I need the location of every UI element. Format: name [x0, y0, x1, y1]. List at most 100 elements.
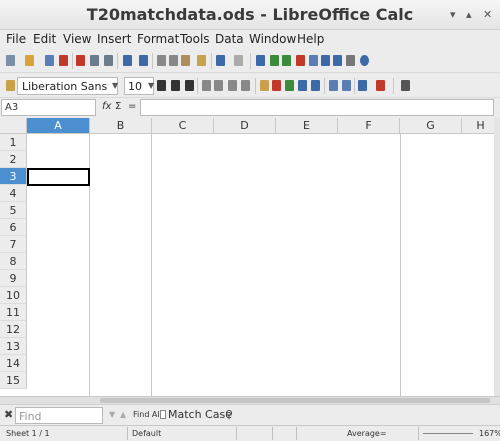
- row-header[interactable]: 15: [0, 372, 27, 389]
- print-preview-icon[interactable]: [104, 55, 113, 66]
- column-header-a[interactable]: A: [27, 118, 90, 134]
- vertical-scrollbar[interactable]: [494, 118, 500, 396]
- menu-help[interactable]: Help: [297, 32, 324, 46]
- redo-icon[interactable]: [234, 55, 243, 66]
- chevron-down-icon[interactable]: ▼: [112, 81, 118, 90]
- chart-icon[interactable]: [296, 55, 305, 66]
- currency-icon[interactable]: [260, 80, 269, 91]
- edit-file-icon[interactable]: [59, 55, 68, 66]
- cell-cursor[interactable]: [27, 168, 90, 186]
- decimal-add-icon[interactable]: [298, 80, 307, 91]
- find-input[interactable]: Find: [15, 407, 103, 424]
- font-name-input[interactable]: Liberation Sans: [17, 77, 118, 95]
- find-previous-icon[interactable]: ▲: [120, 410, 126, 419]
- new-icon[interactable]: [6, 55, 15, 66]
- formula-bar: A3 fx Σ =: [0, 99, 500, 117]
- autospell-icon[interactable]: [139, 55, 148, 66]
- menu-insert[interactable]: Insert: [97, 32, 131, 46]
- sheet-tabs-scrollbar[interactable]: [0, 396, 500, 404]
- menu-window[interactable]: Window: [249, 32, 296, 46]
- row-header[interactable]: 9: [0, 270, 27, 287]
- paste-icon[interactable]: [181, 55, 190, 66]
- help-icon[interactable]: [360, 55, 369, 66]
- horizontal-scrollbar-thumb[interactable]: [100, 398, 490, 403]
- indent-decrease-icon[interactable]: [329, 80, 338, 91]
- row-header[interactable]: 3: [0, 168, 27, 185]
- sum-icon[interactable]: Σ: [115, 101, 121, 112]
- close-icon[interactable]: ✕: [483, 8, 492, 21]
- select-all-corner[interactable]: [0, 118, 27, 134]
- italic-icon[interactable]: [171, 80, 180, 91]
- row-header[interactable]: 11: [0, 304, 27, 321]
- name-box[interactable]: A3: [1, 99, 96, 116]
- decimal-remove-icon[interactable]: [311, 80, 320, 91]
- align-right-icon[interactable]: [228, 80, 237, 91]
- column-header-d[interactable]: D: [214, 118, 276, 134]
- row-header[interactable]: 1: [0, 134, 27, 151]
- navigator-icon[interactable]: [333, 55, 342, 66]
- column-header-g[interactable]: G: [400, 118, 462, 134]
- spreadsheet-grid[interactable]: A B C D E F G H 1 2 3 4 5 6 7 8 9 10 11 …: [0, 118, 500, 396]
- bold-icon[interactable]: [157, 80, 166, 91]
- align-center-icon[interactable]: [214, 80, 223, 91]
- row-header[interactable]: 7: [0, 236, 27, 253]
- underline-icon[interactable]: [185, 80, 194, 91]
- number-format-icon[interactable]: [285, 80, 294, 91]
- match-case-checkbox[interactable]: [160, 410, 166, 419]
- zoom-slider[interactable]: [423, 433, 473, 434]
- undo-icon[interactable]: [216, 55, 225, 66]
- row-header[interactable]: 2: [0, 151, 27, 168]
- hyperlink-icon[interactable]: [256, 55, 265, 66]
- minimize-icon[interactable]: ▾: [450, 8, 456, 21]
- maximize-icon[interactable]: ▴: [466, 8, 472, 21]
- spellcheck-icon[interactable]: [123, 55, 132, 66]
- formula-icon[interactable]: =: [128, 101, 136, 112]
- borders-icon[interactable]: [358, 80, 367, 91]
- menu-view[interactable]: View: [63, 32, 91, 46]
- row-header[interactable]: 12: [0, 321, 27, 338]
- indent-increase-icon[interactable]: [342, 80, 351, 91]
- align-left-icon[interactable]: [202, 80, 211, 91]
- row-header[interactable]: 13: [0, 338, 27, 355]
- column-header-b[interactable]: B: [90, 118, 152, 134]
- styles-icon[interactable]: [6, 80, 15, 91]
- export-pdf-icon[interactable]: [76, 55, 85, 66]
- find-next-icon[interactable]: ▼: [109, 410, 115, 419]
- find-icon[interactable]: [321, 55, 330, 66]
- sort-desc-icon[interactable]: [282, 55, 291, 66]
- justify-icon[interactable]: [241, 80, 250, 91]
- background-color-icon[interactable]: [376, 80, 385, 91]
- sort-asc-icon[interactable]: [270, 55, 279, 66]
- find-all-button[interactable]: Find All: [133, 410, 162, 419]
- find-replace-icon[interactable]: ⚲: [225, 408, 233, 421]
- clone-icon[interactable]: [197, 55, 206, 66]
- menu-edit[interactable]: Edit: [33, 32, 56, 46]
- cut-icon[interactable]: [157, 55, 166, 66]
- row-header[interactable]: 5: [0, 202, 27, 219]
- column-header-f[interactable]: F: [338, 118, 400, 134]
- app-window: T20matchdata.ods - LibreOffice Calc ▾ ▴ …: [0, 0, 500, 441]
- row-header[interactable]: 4: [0, 185, 27, 202]
- function-wizard-icon[interactable]: fx: [102, 101, 111, 112]
- chevron-down-icon[interactable]: ▼: [148, 81, 154, 90]
- save-icon[interactable]: [45, 55, 54, 66]
- gallery-icon[interactable]: [346, 55, 355, 66]
- copy-icon[interactable]: [169, 55, 178, 66]
- row-header[interactable]: 6: [0, 219, 27, 236]
- percent-icon[interactable]: [272, 80, 281, 91]
- menu-tools[interactable]: Tools: [180, 32, 210, 46]
- row-header[interactable]: 10: [0, 287, 27, 304]
- menu-file[interactable]: File: [6, 32, 26, 46]
- close-icon[interactable]: ✖: [4, 408, 13, 421]
- column-header-c[interactable]: C: [152, 118, 214, 134]
- menu-format[interactable]: Format: [137, 32, 179, 46]
- menu-data[interactable]: Data: [215, 32, 244, 46]
- row-header[interactable]: 14: [0, 355, 27, 372]
- column-header-e[interactable]: E: [276, 118, 338, 134]
- pivot-icon[interactable]: [309, 55, 318, 66]
- print-icon[interactable]: [90, 55, 99, 66]
- open-icon[interactable]: [25, 55, 34, 66]
- row-header[interactable]: 8: [0, 253, 27, 270]
- formula-input[interactable]: [140, 99, 494, 116]
- toggle-grid-icon[interactable]: [401, 80, 410, 91]
